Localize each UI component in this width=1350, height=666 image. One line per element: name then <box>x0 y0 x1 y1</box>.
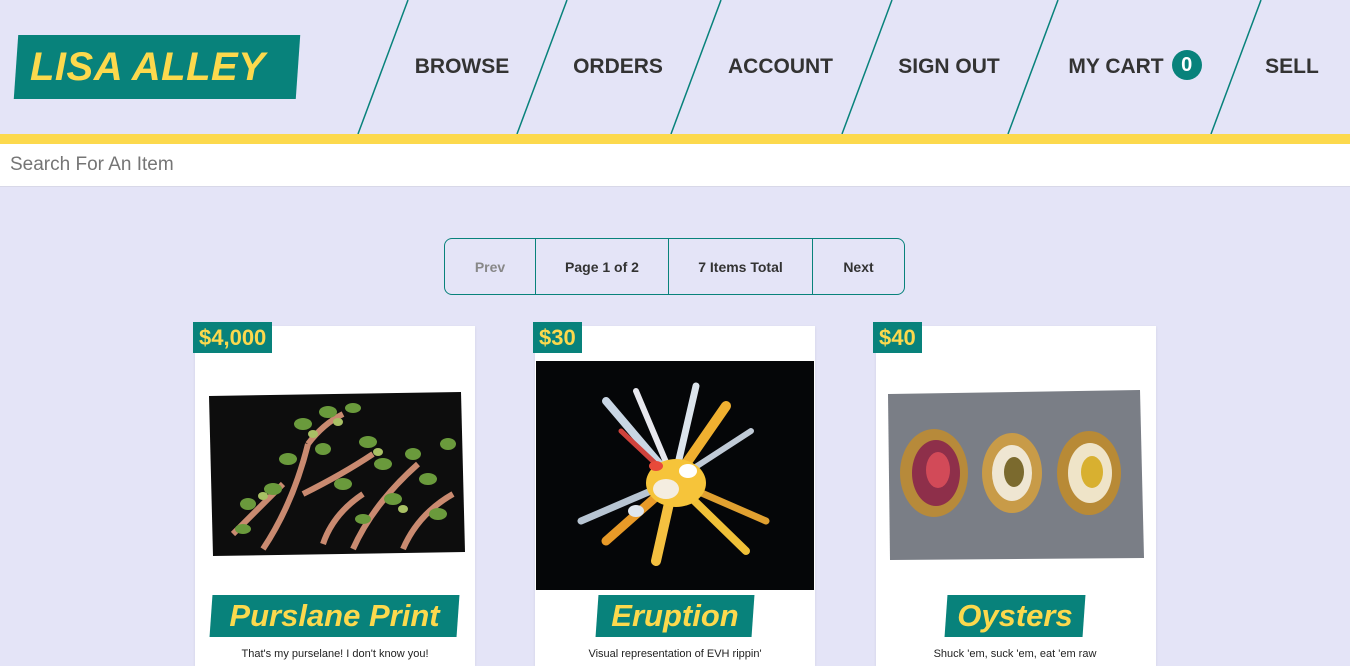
price-tag: $4,000 <box>193 322 273 353</box>
header-stripe <box>0 134 1350 144</box>
item-description: That's my purselane! I don't know you! <box>241 648 429 660</box>
item-description: Visual representation of EVH rippin' <box>588 648 762 660</box>
nav-sign-out[interactable]: SIGN OUT <box>882 50 1016 84</box>
price-tag: $30 <box>533 322 582 353</box>
next-page-button[interactable]: Next <box>813 239 904 294</box>
item-title[interactable]: Oysters <box>946 595 1084 637</box>
product-image-oysters[interactable] <box>884 388 1146 563</box>
item-description: Shuck 'em, suck 'em, eat 'em raw <box>933 648 1097 660</box>
price-tag: $40 <box>873 322 922 353</box>
nav-orders[interactable]: ORDERS <box>556 50 680 84</box>
items-total: 7 Items Total <box>669 239 813 294</box>
site-logo[interactable]: LISA ALLEY <box>30 40 290 94</box>
nav-my-cart[interactable]: MY CART 0 <box>1050 50 1220 84</box>
page-indicator: Page 1 of 2 <box>536 239 669 294</box>
nav-account[interactable]: ACCOUNT <box>711 50 850 84</box>
product-image-purslane[interactable] <box>203 384 469 566</box>
nav-sell[interactable]: SELL <box>1256 50 1328 84</box>
prev-page-button[interactable]: Prev <box>445 239 536 294</box>
item-title[interactable]: Eruption <box>597 595 753 637</box>
nav-browse[interactable]: BROWSE <box>398 50 526 84</box>
pagination: Prev Page 1 of 2 7 Items Total Next <box>444 238 905 295</box>
search-input[interactable] <box>0 144 1350 187</box>
cart-count-badge: 0 <box>1171 50 1202 81</box>
product-image-eruption[interactable] <box>536 361 814 590</box>
site-header: LISA ALLEY BROWSE ORDERS ACCOUNT SIGN OU… <box>0 0 1350 134</box>
item-title[interactable]: Purslane Print <box>211 595 458 637</box>
cart-label: MY CART <box>1068 55 1164 78</box>
